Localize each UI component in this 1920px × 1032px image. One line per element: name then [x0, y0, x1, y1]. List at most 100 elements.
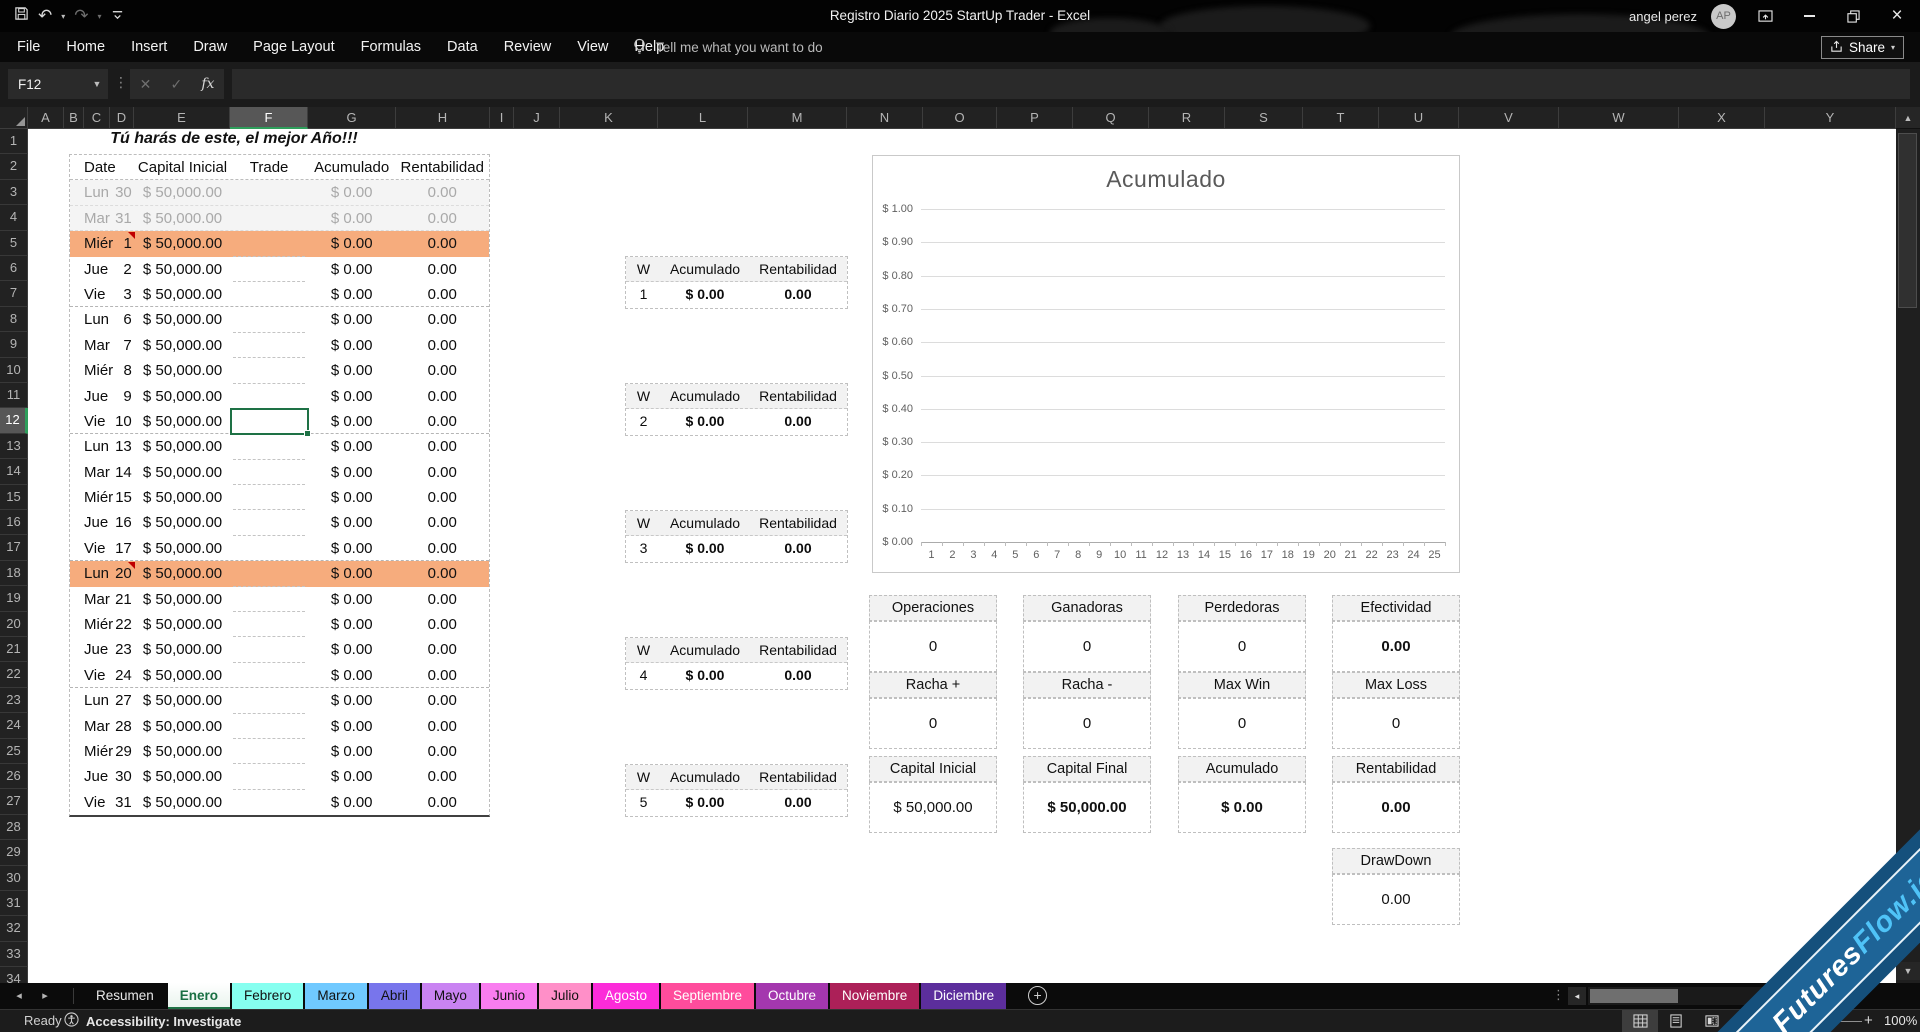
cell-rentabilidad[interactable]: 0.00 — [395, 257, 489, 282]
add-sheet-icon[interactable]: + — [1028, 986, 1047, 1005]
sheet-tab-junio[interactable]: Junio — [481, 983, 537, 1009]
cell-day[interactable]: Lun — [70, 688, 111, 713]
cell-rentabilidad[interactable]: 0.00 — [396, 739, 490, 764]
cell-rentabilidad[interactable]: 0.00 — [395, 460, 489, 485]
cell-day-number[interactable]: 14 — [111, 460, 135, 485]
table-row-mar-21[interactable]: Mar21$ 50,000.00$ 0.000.00 — [70, 587, 489, 612]
column-header-A[interactable]: A — [28, 107, 64, 129]
cell-rentabilidad[interactable]: 0.00 — [395, 180, 489, 204]
cell-day-number[interactable]: 1 — [111, 231, 135, 256]
cell-capital-inicial[interactable]: $ 50,000.00 — [135, 358, 230, 383]
cell-acumulado[interactable]: $ 0.00 — [308, 587, 396, 612]
cell-capital-inicial[interactable]: $ 50,000.00 — [135, 206, 231, 230]
weekly-week-number[interactable]: 4 — [626, 663, 661, 688]
cell-capital-inicial[interactable]: $ 50,000.00 — [135, 257, 231, 282]
column-header-B[interactable]: B — [64, 107, 84, 129]
column-header-L[interactable]: L — [658, 107, 748, 129]
vertical-scrollbar-thumb[interactable] — [1898, 133, 1917, 308]
accessibility-status[interactable]: Accessibility: Investigate — [64, 1010, 241, 1032]
table-row-vie-24[interactable]: Vie24$ 50,000.00$ 0.000.00 — [70, 663, 489, 688]
cell-rentabilidad[interactable]: 0.00 — [395, 663, 489, 687]
normal-view-icon[interactable] — [1622, 1010, 1658, 1032]
column-header-M[interactable]: M — [748, 107, 847, 129]
cell-capital-inicial[interactable]: $ 50,000.00 — [135, 714, 231, 739]
cell-trade[interactable] — [230, 536, 308, 560]
column-header-E[interactable]: E — [134, 107, 230, 129]
cell-day-number[interactable]: 2 — [111, 257, 135, 282]
table-row-jue-2[interactable]: Jue2$ 50,000.00$ 0.000.00 — [70, 257, 489, 282]
table-row-jue-16[interactable]: Jue16$ 50,000.00$ 0.000.00 — [70, 510, 489, 535]
cell-acumulado[interactable]: $ 0.00 — [308, 764, 396, 789]
minimize-button[interactable] — [1794, 0, 1824, 32]
cell-capital-inicial[interactable]: $ 50,000.00 — [135, 587, 231, 612]
ribbon-display-options-icon[interactable] — [1750, 0, 1780, 32]
sheet-tab-mayo[interactable]: Mayo — [422, 983, 479, 1009]
row-header-2[interactable]: 2 — [0, 154, 28, 179]
column-header-Q[interactable]: Q — [1073, 107, 1149, 129]
tell-me-box[interactable]: Tell me what you want to do — [632, 32, 823, 62]
cell-acumulado[interactable]: $ 0.00 — [308, 714, 396, 739]
weekly-rentabilidad-value[interactable]: 0.00 — [749, 409, 847, 434]
cell-day[interactable]: Miér — [70, 358, 111, 383]
stat-value-acumulado[interactable]: $ 0.00 — [1178, 782, 1306, 833]
row-header-12[interactable]: 12 — [0, 408, 28, 433]
row-header-1[interactable]: 1 — [0, 129, 28, 154]
cell-day[interactable]: Mar — [70, 714, 111, 739]
weekly-acumulado-value[interactable]: $ 0.00 — [661, 663, 749, 688]
column-header-Y[interactable]: Y — [1765, 107, 1896, 129]
restore-button[interactable] — [1838, 0, 1868, 32]
cell-acumulado[interactable]: $ 0.00 — [308, 663, 396, 687]
table-row-miér-22[interactable]: Miér22$ 50,000.00$ 0.000.00 — [70, 612, 489, 637]
cell-day[interactable]: Jue — [70, 764, 111, 789]
row-header-24[interactable]: 24 — [0, 713, 28, 738]
row-header-7[interactable]: 7 — [0, 281, 28, 306]
ribbon-tab-draw[interactable]: Draw — [180, 32, 240, 62]
row-header-8[interactable]: 8 — [0, 307, 28, 332]
cell-trade[interactable] — [230, 358, 308, 383]
weekly-week-number[interactable]: 5 — [626, 790, 661, 815]
cell-trade[interactable] — [230, 434, 308, 459]
column-header-H[interactable]: H — [396, 107, 490, 129]
cell-capital-inicial[interactable]: $ 50,000.00 — [135, 282, 231, 306]
scroll-up-icon[interactable]: ▲ — [1896, 107, 1920, 129]
cell-day[interactable]: Lun — [70, 180, 111, 204]
ribbon-tab-insert[interactable]: Insert — [118, 32, 180, 62]
row-header-25[interactable]: 25 — [0, 739, 28, 764]
column-header-P[interactable]: P — [997, 107, 1073, 129]
table-row-miér-15[interactable]: Miér15$ 50,000.00$ 0.000.00 — [70, 485, 489, 510]
column-header-K[interactable]: K — [560, 107, 658, 129]
sheet-tab-julio[interactable]: Julio — [539, 983, 591, 1009]
weekly-week-number[interactable]: 2 — [626, 409, 661, 434]
table-row-lun-27[interactable]: Lun27$ 50,000.00$ 0.000.00 — [70, 688, 489, 713]
cell-day[interactable]: Vie — [70, 409, 111, 433]
row-header-13[interactable]: 13 — [0, 434, 28, 459]
cell-trade[interactable] — [230, 790, 308, 815]
table-row-vie-17[interactable]: Vie17$ 50,000.00$ 0.000.00 — [70, 536, 489, 561]
cell-trade[interactable] — [230, 231, 308, 256]
row-header-23[interactable]: 23 — [0, 688, 28, 713]
scroll-left-icon[interactable]: ◂ — [1568, 987, 1586, 1005]
row-header-4[interactable]: 4 — [0, 205, 28, 230]
table-row-lun-30[interactable]: Lun30$ 50,000.00$ 0.000.00 — [70, 180, 489, 205]
cell-capital-inicial[interactable]: $ 50,000.00 — [135, 739, 230, 764]
cell-capital-inicial[interactable]: $ 50,000.00 — [135, 536, 231, 560]
cell-capital-inicial[interactable]: $ 50,000.00 — [135, 510, 231, 535]
cell-day[interactable]: Vie — [70, 536, 111, 560]
cell-acumulado[interactable]: $ 0.00 — [308, 637, 396, 662]
cell-rentabilidad[interactable]: 0.00 — [395, 384, 489, 409]
cell-rentabilidad[interactable]: 0.00 — [395, 714, 489, 739]
cell-rentabilidad[interactable]: 0.00 — [395, 333, 489, 358]
cell-acumulado[interactable]: $ 0.00 — [308, 485, 396, 510]
sheet-canvas[interactable]: Tú harás de este, el mejor Año!!! DateCa… — [28, 129, 1896, 983]
cell-day[interactable]: Jue — [70, 257, 111, 282]
table-row-jue-9[interactable]: Jue9$ 50,000.00$ 0.000.00 — [70, 384, 489, 409]
cell-capital-inicial[interactable]: $ 50,000.00 — [135, 612, 230, 637]
column-header-I[interactable]: I — [490, 107, 514, 129]
cell-day-number[interactable]: 23 — [111, 637, 135, 662]
cell-rentabilidad[interactable]: 0.00 — [395, 790, 489, 815]
stat-value-drawdown[interactable]: 0.00 — [1332, 874, 1460, 925]
cell-acumulado[interactable]: $ 0.00 — [308, 460, 396, 485]
cell-acumulado[interactable]: $ 0.00 — [308, 231, 396, 256]
column-header-S[interactable]: S — [1225, 107, 1303, 129]
close-button[interactable]: × — [1882, 0, 1912, 32]
